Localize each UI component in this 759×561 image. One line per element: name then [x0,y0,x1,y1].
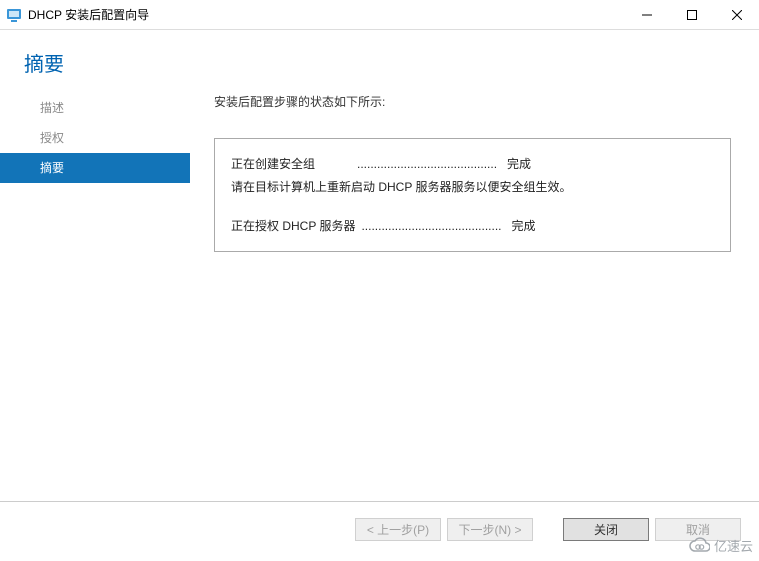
wizard-header: 摘要 [0,30,759,87]
sidebar-item-summary[interactable]: 摘要 [0,153,190,183]
summary-row-create-group: 正在创建安全组 ................................… [231,153,714,176]
next-button[interactable]: 下一步(N) > [447,518,533,541]
page-title: 摘要 [24,48,735,77]
maximize-button[interactable] [669,0,714,30]
watermark: 亿速云 [688,536,753,555]
wizard-content: 安装后配置步骤的状态如下所示: 正在创建安全组 ................… [190,87,759,501]
sidebar-item-description[interactable]: 描述 [0,93,190,123]
window-title: DHCP 安装后配置向导 [28,6,624,23]
cloud-icon [688,537,710,555]
summary-status: 完成 [508,215,536,238]
summary-row-authorize: 正在授权 DHCP 服务器 ..........................… [231,215,714,238]
sidebar-item-authorize[interactable]: 授权 [0,123,190,153]
app-icon [6,7,22,23]
close-wizard-button[interactable]: 关闭 [563,518,649,541]
minimize-button[interactable] [624,0,669,30]
wizard-sidebar: 描述 授权 摘要 [0,87,190,501]
button-bar: < 上一步(P) 下一步(N) > 关闭 取消 [0,501,759,556]
close-button[interactable] [714,0,759,30]
summary-box: 正在创建安全组 ................................… [214,138,731,252]
summary-dots: ........................................… [351,153,503,176]
summary-info-text: 请在目标计算机上重新启动 DHCP 服务器服务以便安全组生效。 [231,176,714,199]
prev-button[interactable]: < 上一步(P) [355,518,441,541]
watermark-text: 亿速云 [714,536,753,555]
wizard-body: 描述 授权 摘要 安装后配置步骤的状态如下所示: 正在创建安全组 .......… [0,87,759,501]
intro-text: 安装后配置步骤的状态如下所示: [214,93,731,110]
summary-status: 完成 [503,153,531,176]
summary-dots: ........................................… [355,215,507,238]
summary-label: 正在授权 DHCP 服务器 [231,215,355,238]
summary-label: 正在创建安全组 [231,153,351,176]
titlebar: DHCP 安装后配置向导 [0,0,759,30]
